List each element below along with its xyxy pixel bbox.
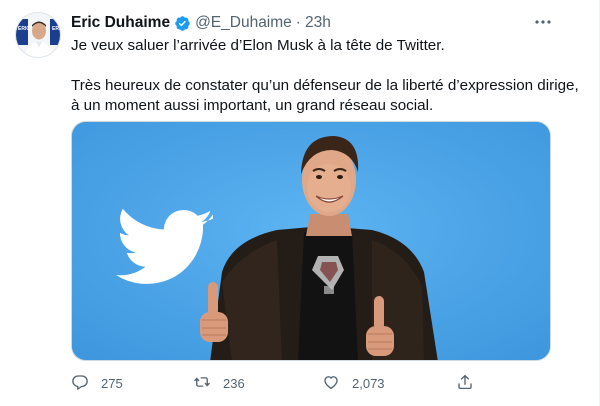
avatar-badge-text-right: ERIC [52, 26, 61, 32]
retweet-button[interactable]: 236 [193, 372, 245, 394]
avatar-image: ERIC ERIC [16, 13, 61, 57]
header-separator: · [295, 14, 301, 31]
tweet-text-line: Je veux saluer l’arrivée d’Elon Musk à l… [71, 37, 445, 54]
tweet-media-image[interactable] [71, 121, 551, 361]
like-button[interactable]: 2,073 [322, 372, 385, 394]
avatar-badge-text: ERIC [18, 26, 30, 32]
reply-count: 275 [101, 375, 123, 391]
timestamp[interactable]: 23h [305, 13, 331, 33]
display-name[interactable]: Eric Duhaime [71, 13, 170, 33]
tweet-text: Je veux saluer l’arrivée d’Elon Musk à l… [71, 36, 579, 116]
verified-badge-icon [174, 15, 191, 32]
more-dots-icon[interactable] [532, 12, 554, 32]
reply-icon [71, 373, 89, 394]
tweet-text-line: à un moment aussi important, un grand ré… [71, 97, 434, 114]
user-handle[interactable]: @E_Duhaime [195, 13, 292, 33]
heart-icon [322, 373, 340, 394]
tweet-header: Eric Duhaime @E_Duhaime · 23h [71, 13, 331, 33]
avatar[interactable]: ERIC ERIC [15, 12, 61, 58]
share-button[interactable] [456, 372, 474, 394]
tweet-action-bar: 275 236 2,073 [71, 372, 491, 394]
reply-button[interactable]: 275 [71, 372, 123, 394]
tweet-card[interactable]: ERIC ERIC Eric Duhaime @E_Duhaime · 23h [0, 0, 600, 406]
tweet-text-line: Très heureux de constater qu’un défenseu… [71, 77, 579, 94]
retweet-count: 236 [223, 375, 245, 391]
like-count: 2,073 [352, 375, 385, 391]
share-icon [456, 373, 474, 394]
retweet-icon [193, 373, 211, 394]
